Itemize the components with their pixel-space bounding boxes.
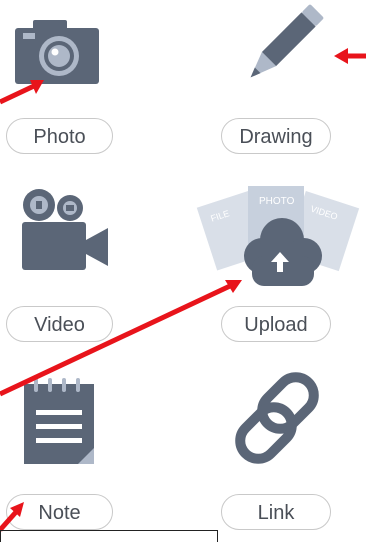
arrow-to-photo [0, 83, 36, 105]
drawing-button[interactable]: Drawing [221, 118, 331, 154]
photo-button[interactable]: Photo [6, 118, 113, 154]
svg-text:PHOTO: PHOTO [259, 196, 295, 207]
cloud-upload-icon: FILE VIDEO PHOTO [196, 186, 360, 286]
chain-link-icon [235, 372, 319, 464]
camera-icon [15, 20, 99, 84]
arrow-head-drawing [334, 48, 348, 64]
video-camera-icon [22, 189, 108, 270]
notepad-icon [24, 378, 94, 464]
note-button[interactable]: Note [6, 494, 113, 530]
pencil-icon [250, 4, 324, 78]
upload-button[interactable]: Upload [221, 306, 331, 342]
bottom-frame [0, 530, 218, 542]
video-button[interactable]: Video [6, 306, 113, 342]
link-button[interactable]: Link [221, 494, 331, 530]
